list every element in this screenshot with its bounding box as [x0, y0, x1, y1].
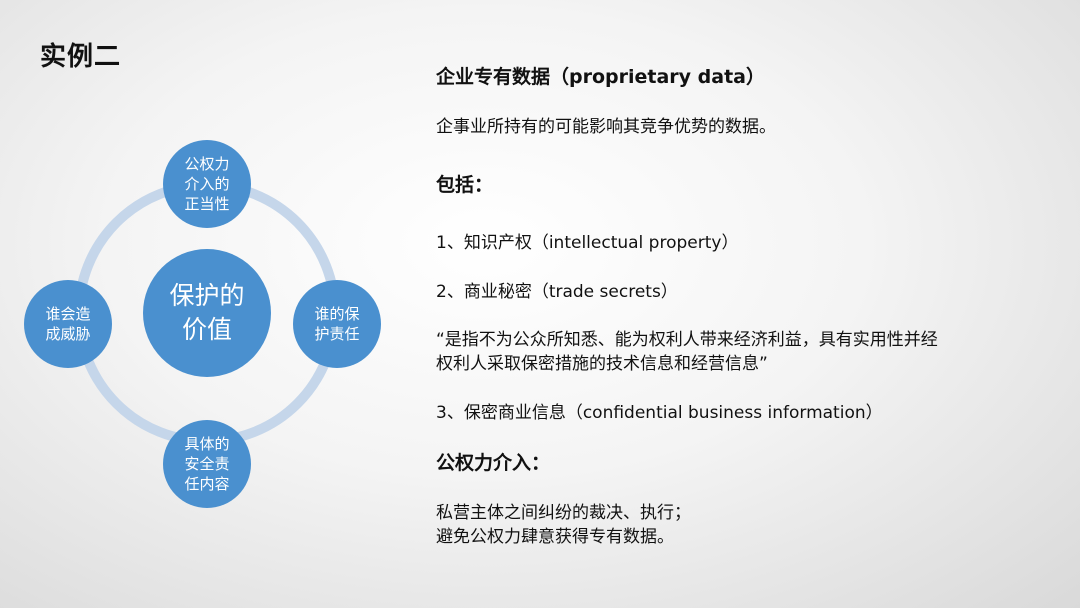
trade-secret-definition-line1: “是指不为公众所知悉、能为权利人带来经济利益，具有实用性并经 [436, 330, 938, 350]
trade-secret-definition-line2: 权利人采取保密措施的技术信息和经营信息” [436, 354, 768, 374]
node-threat-source: 谁会造 成威胁 [24, 280, 112, 368]
value-protection-diagram: 保护的 价值 公权力 介入的 正当性 谁的保 护责任 具体的 安全责 任内容 谁… [0, 0, 420, 608]
item-intellectual-property: 1、知识产权（intellectual property） [436, 233, 739, 253]
node-protection-responsibility: 谁的保 护责任 [293, 280, 381, 368]
definition-text: 企事业所持有的可能影响其竞争优势的数据。 [436, 117, 776, 137]
center-node-protection-value: 保护的 价值 [143, 249, 271, 377]
node-right-label: 谁的保 护责任 [314, 305, 360, 343]
heading-public-power: 公权力介入： [436, 452, 551, 474]
node-top-label: 公权力 介入的 正当性 [184, 155, 230, 213]
public-power-note-line1: 私营主体之间纠纷的裁决、执行； [436, 503, 691, 523]
node-bottom-label: 具体的 安全责 任内容 [184, 435, 230, 493]
item-confidential-business-info: 3、保密商业信息（confidential business informati… [436, 403, 883, 423]
node-left-label: 谁会造 成威胁 [45, 305, 91, 343]
center-node-label: 保护的 价值 [169, 281, 245, 344]
node-security-duty-content: 具体的 安全责 任内容 [163, 420, 251, 508]
public-power-note-line2: 避免公权力肆意获得专有数据。 [436, 527, 674, 547]
node-public-power-legitimacy: 公权力 介入的 正当性 [163, 140, 251, 228]
item-trade-secrets: 2、商业秘密（trade secrets） [436, 282, 678, 302]
heading-proprietary-data: 企业专有数据（proprietary data） [436, 66, 765, 88]
heading-includes: 包括： [436, 174, 494, 196]
